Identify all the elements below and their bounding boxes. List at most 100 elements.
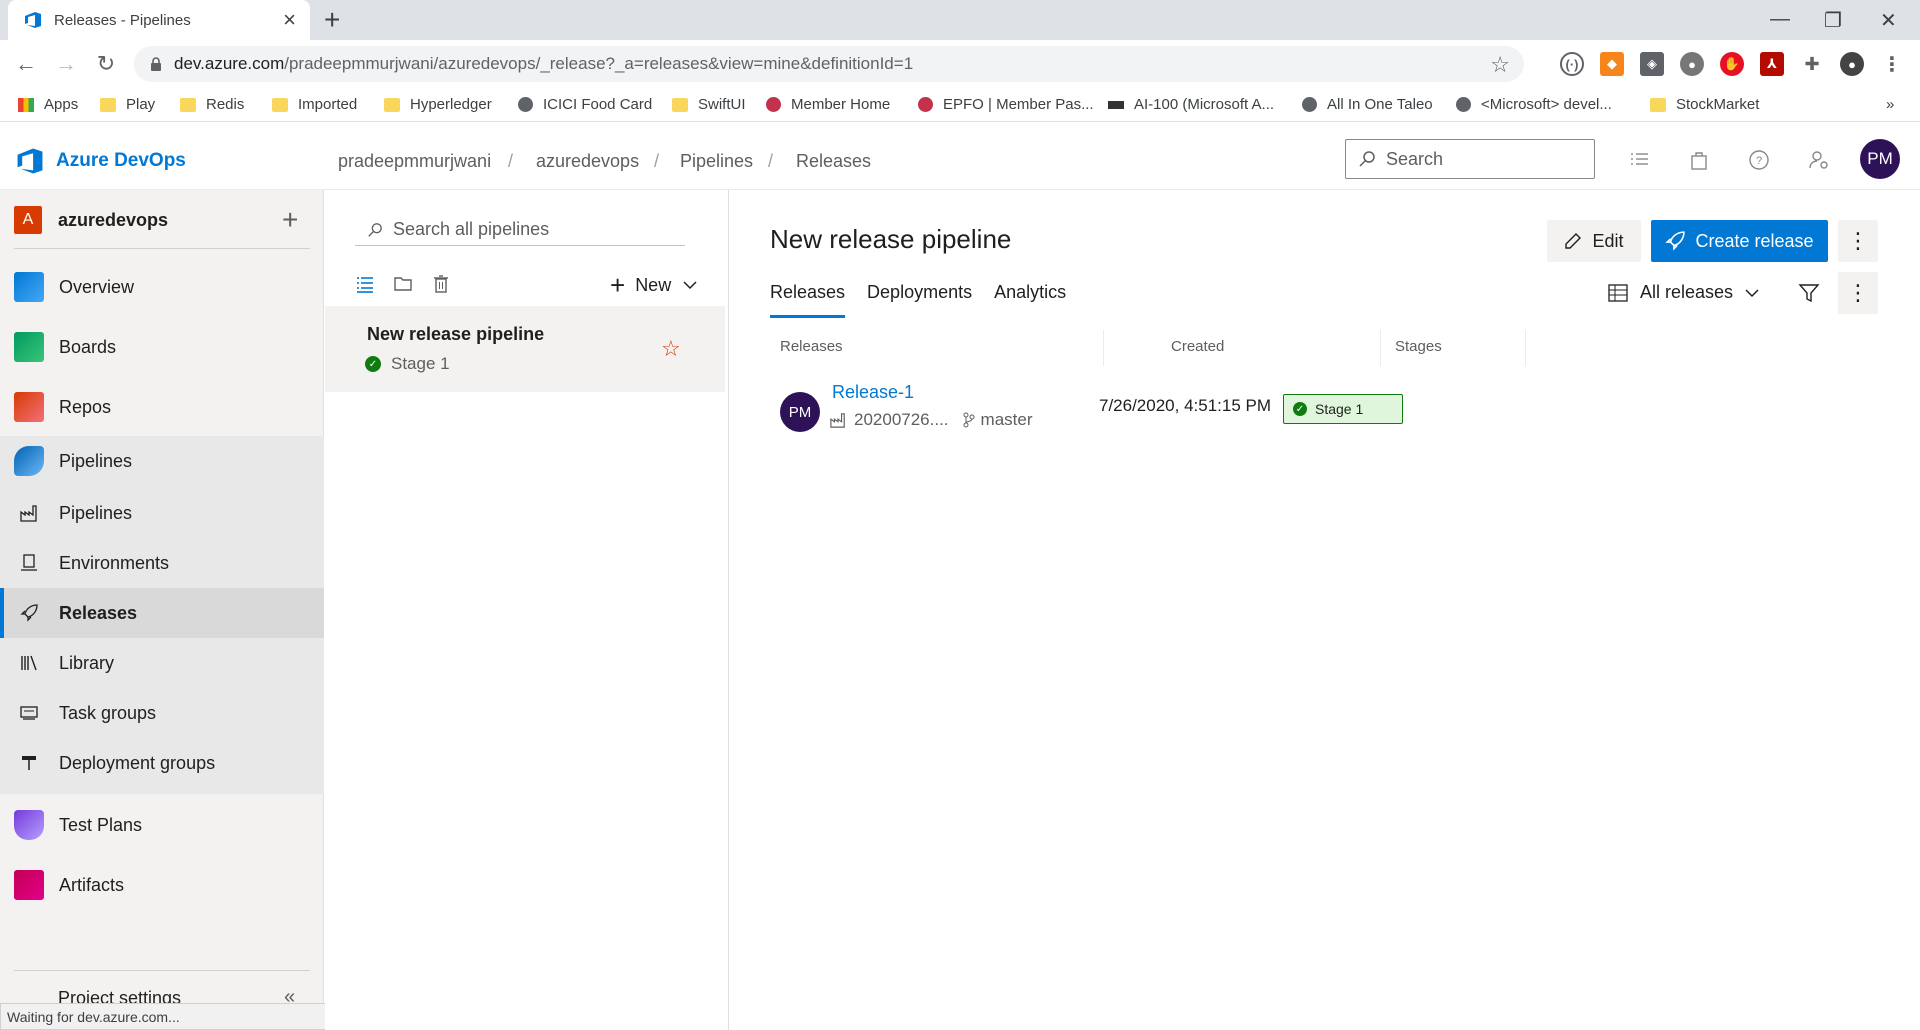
- folder-view-icon[interactable]: [393, 274, 413, 294]
- brand-logo[interactable]: Azure DevOps: [16, 147, 186, 175]
- nav-item-boards[interactable]: Boards: [0, 322, 324, 372]
- sub-item-deployment-groups[interactable]: Deployment groups: [0, 738, 324, 788]
- folder-icon: [1650, 97, 1666, 112]
- list-view-icon[interactable]: [355, 274, 375, 294]
- bookmark-taleo[interactable]: All In One Taleo: [1302, 96, 1433, 113]
- url-path: /pradeepmmurjwani/azuredevops/_release?_…: [284, 54, 914, 73]
- header-search-input[interactable]: Search: [1345, 139, 1595, 179]
- bookmark-stockmarket[interactable]: StockMarket: [1650, 96, 1759, 113]
- more-bookmarks-icon[interactable]: »: [1886, 96, 1894, 113]
- back-icon[interactable]: ←: [14, 51, 38, 76]
- forward-icon[interactable]: →: [54, 51, 78, 76]
- shield-extension-icon[interactable]: ◈: [1640, 52, 1664, 76]
- more-actions-icon[interactable]: ⋮: [1838, 220, 1878, 262]
- globe-icon: [1302, 97, 1317, 112]
- breadcrumb-pipelines[interactable]: Pipelines: [680, 151, 753, 172]
- release-row[interactable]: PM Release-1 20200726.... master 7/26/20…: [770, 382, 1910, 444]
- project-selector[interactable]: A azuredevops: [14, 206, 168, 234]
- browser-menu-icon[interactable]: ⋮: [1880, 52, 1904, 76]
- nav-item-repos[interactable]: Repos: [0, 382, 324, 432]
- filter-icon[interactable]: [1798, 282, 1820, 304]
- nav-item-artifacts[interactable]: Artifacts: [0, 860, 324, 910]
- view-more-actions-icon[interactable]: ⋮: [1838, 272, 1878, 314]
- nav-item-pipelines[interactable]: Pipelines: [0, 436, 324, 486]
- metamask-icon[interactable]: ◆: [1600, 52, 1624, 76]
- bookmark-ai100[interactable]: AI-100 (Microsoft A...: [1108, 96, 1274, 113]
- release-name-link[interactable]: Release-1: [832, 382, 914, 403]
- breadcrumb-project[interactable]: azuredevops: [536, 151, 639, 172]
- bookmark-star-icon[interactable]: ☆: [1490, 52, 1510, 78]
- globe-icon: [518, 97, 533, 112]
- new-tab-icon[interactable]: +: [324, 6, 340, 34]
- sub-item-pipelines[interactable]: Pipelines: [0, 488, 324, 538]
- view-selector[interactable]: All releases: [1608, 282, 1759, 303]
- user-avatar[interactable]: PM: [1860, 139, 1900, 179]
- bookmark-icici[interactable]: ICICI Food Card: [518, 96, 652, 113]
- tab-analytics[interactable]: Analytics: [994, 282, 1066, 318]
- pdf-extension-icon[interactable]: ⅄: [1760, 52, 1784, 76]
- bookmark-hyperledger[interactable]: Hyperledger: [384, 96, 492, 113]
- browser-tab[interactable]: Releases - Pipelines ×: [8, 0, 310, 40]
- edit-button[interactable]: Edit: [1547, 220, 1641, 262]
- bookmark-play[interactable]: Play: [100, 96, 155, 113]
- search-pipelines-input[interactable]: Search all pipelines: [355, 214, 685, 246]
- breadcrumb-releases[interactable]: Releases: [796, 151, 871, 172]
- sub-item-releases[interactable]: Releases: [0, 588, 324, 638]
- reload-icon[interactable]: ↻: [94, 51, 118, 76]
- plus-icon: +: [610, 270, 626, 300]
- brand-name: Azure DevOps: [56, 150, 186, 171]
- bookmark-member-home[interactable]: Member Home: [766, 96, 890, 113]
- user-settings-icon[interactable]: [1808, 149, 1830, 171]
- tab-deployments[interactable]: Deployments: [867, 282, 972, 318]
- sub-item-library[interactable]: Library: [0, 638, 324, 688]
- divider: [14, 248, 310, 249]
- bookmark-redis[interactable]: Redis: [180, 96, 244, 113]
- help-icon[interactable]: ?: [1748, 149, 1770, 171]
- nav-item-test-plans[interactable]: Test Plans: [0, 800, 324, 850]
- tab-title: Releases - Pipelines: [54, 11, 191, 29]
- new-pipeline-button[interactable]: + New: [610, 272, 697, 298]
- close-window-icon[interactable]: ✕: [1880, 8, 1897, 33]
- minimize-icon[interactable]: —: [1770, 8, 1790, 31]
- bookmark-apps[interactable]: Apps: [18, 96, 78, 113]
- favorite-star-icon[interactable]: ☆: [661, 336, 681, 362]
- sub-item-environments[interactable]: Environments: [0, 538, 324, 588]
- profile-icon[interactable]: ●: [1840, 52, 1864, 76]
- svg-text:?: ?: [1756, 155, 1762, 167]
- extensions-puzzle-icon[interactable]: ✚: [1800, 52, 1824, 76]
- project-name: azuredevops: [58, 209, 169, 230]
- circle-extension-icon[interactable]: ●: [1680, 52, 1704, 76]
- nav-item-overview[interactable]: Overview: [0, 262, 324, 312]
- sub-item-task-groups[interactable]: Task groups: [0, 688, 324, 738]
- deleted-trash-icon[interactable]: [431, 274, 451, 294]
- pipelines-factory-icon: [20, 504, 38, 522]
- stage-status-badge[interactable]: ✓ Stage 1: [1283, 394, 1403, 424]
- deployment-groups-icon: [20, 754, 38, 772]
- rocket-icon: [1665, 231, 1686, 251]
- extension-icon[interactable]: (·): [1560, 52, 1584, 76]
- address-bar[interactable]: dev.azure.com/pradeepmmurjwani/azuredevo…: [134, 46, 1524, 82]
- project-avatar: A: [14, 206, 42, 234]
- breadcrumb-org[interactable]: pradeepmmurjwani: [338, 151, 491, 172]
- adblock-icon[interactable]: ✋: [1720, 52, 1744, 76]
- work-items-list-icon[interactable]: [1628, 149, 1650, 171]
- left-navigation: A azuredevops + Overview Boards Repos Pi…: [0, 190, 324, 1030]
- pipeline-list-item[interactable]: New release pipeline ✓ Stage 1 ☆: [325, 306, 725, 392]
- column-header-stages: Stages: [1395, 338, 1442, 355]
- release-artifact-info: 20200726.... master: [830, 410, 1033, 430]
- create-release-button[interactable]: Create release: [1651, 220, 1828, 262]
- column-separator: [1103, 330, 1104, 366]
- library-icon: [20, 654, 38, 672]
- page-title: New release pipeline: [770, 224, 1012, 254]
- rocket-icon: [20, 604, 38, 622]
- bookmark-epfo[interactable]: EPFO | Member Pas...: [918, 96, 1094, 113]
- restore-icon[interactable]: ❐: [1824, 8, 1842, 33]
- bookmark-imported[interactable]: Imported: [272, 96, 357, 113]
- tab-releases[interactable]: Releases: [770, 282, 846, 318]
- tab-close-icon[interactable]: ×: [283, 9, 296, 31]
- branch-name: master: [980, 410, 1033, 429]
- marketplace-bag-icon[interactable]: [1688, 149, 1710, 171]
- bookmark-microsoft-devel[interactable]: <Microsoft> devel...: [1456, 96, 1612, 113]
- add-icon[interactable]: +: [282, 206, 298, 234]
- bookmark-swiftui[interactable]: SwiftUI: [672, 96, 746, 113]
